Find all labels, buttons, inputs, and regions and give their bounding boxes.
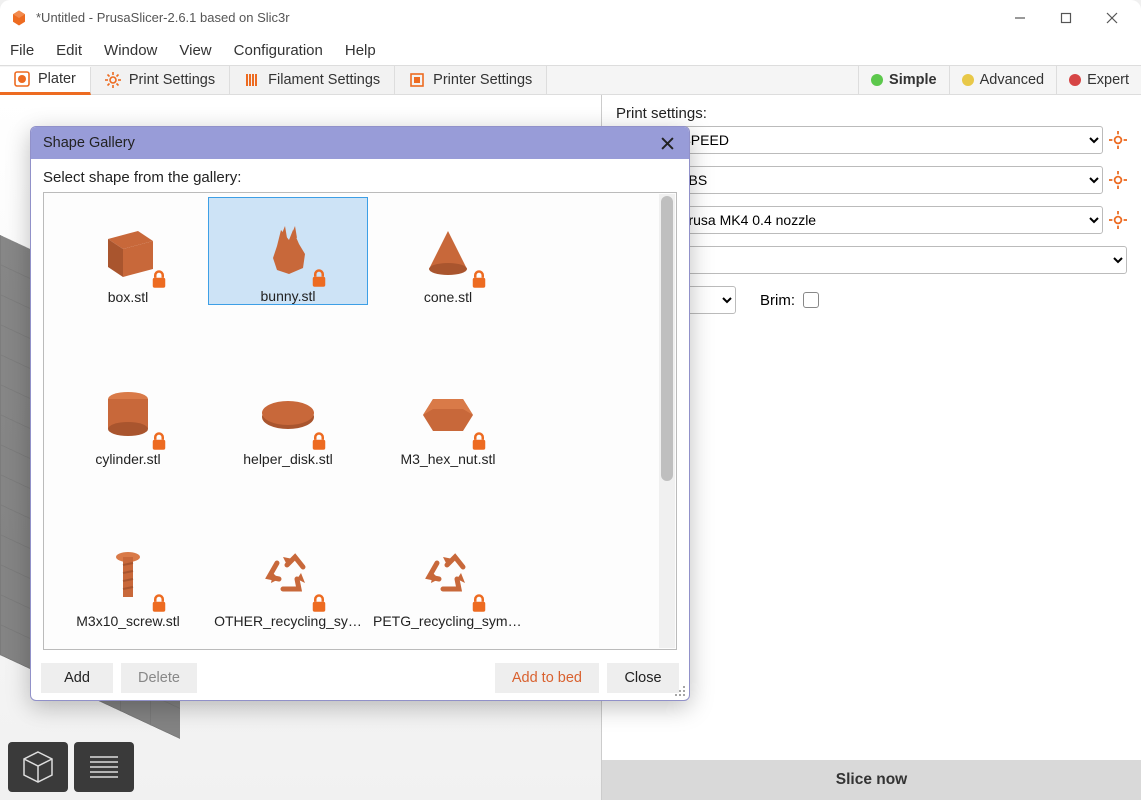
bunny-icon [253,218,323,282]
tab-print-settings[interactable]: Print Settings [91,66,230,94]
gallery-scrollbar[interactable] [659,194,675,648]
brim-label: Brim: [760,292,795,309]
menu-help[interactable]: Help [345,42,376,59]
shape-label: cone.stl [424,289,472,305]
tab-printer-settings-label: Printer Settings [433,72,532,88]
hex-nut-icon [413,381,483,445]
edit-filament-preset-icon[interactable] [1109,171,1127,189]
add-button[interactable]: Add [41,663,113,693]
lock-icon [309,268,329,288]
shape-label: box.stl [108,289,148,305]
cylinder-icon [93,381,163,445]
shape-item-petg-recycling[interactable]: PETG_recycling_symb… [368,521,528,629]
delete-button[interactable]: Delete [121,663,197,693]
printer-icon [409,72,425,88]
shape-label: bunny.stl [261,288,316,304]
mode-simple[interactable]: Simple [858,66,949,94]
title-bar: *Untitled - PrusaSlicer-2.6.1 based on S… [0,0,1141,35]
shape-item-other-recycling[interactable]: OTHER_recycling_sy… [208,521,368,629]
menu-configuration[interactable]: Configuration [234,42,323,59]
menu-edit[interactable]: Edit [56,42,82,59]
window-title: *Untitled - PrusaSlicer-2.6.1 based on S… [36,10,997,25]
shape-item-bunny[interactable]: bunny.stl [208,197,368,305]
lock-icon [309,431,329,451]
close-button[interactable] [1089,3,1135,33]
lock-icon [149,269,169,289]
maximize-button[interactable] [1043,3,1089,33]
add-to-bed-button[interactable]: Add to bed [495,663,599,693]
shape-item-box[interactable]: box.stl [48,197,208,305]
minimize-button[interactable] [997,3,1043,33]
print-settings-label: Print settings: [616,105,1127,122]
box-icon [93,219,163,283]
disk-icon [253,381,323,445]
resize-grip[interactable] [673,684,687,698]
shape-item-hex-nut[interactable]: M3_hex_nut.stl [368,359,528,467]
shape-label: OTHER_recycling_sy… [214,613,362,629]
shape-gallery-dialog: Shape Gallery Select shape from the gall… [30,126,690,701]
dialog-titlebar[interactable]: Shape Gallery [31,127,689,159]
plater-icon [14,71,30,87]
screw-icon [93,543,163,607]
menu-file[interactable]: File [10,42,34,59]
lock-icon [149,431,169,451]
lock-icon [469,431,489,451]
gear-icon [105,72,121,88]
app-icon [10,9,28,27]
supports-select[interactable]: None [616,246,1127,274]
lock-icon [469,269,489,289]
shape-item-cone[interactable]: cone.stl [368,197,528,305]
brim-checkbox[interactable] [803,292,819,308]
shape-label: cylinder.stl [95,451,160,467]
tab-filament-settings[interactable]: Filament Settings [230,66,395,94]
slice-now-button[interactable]: Slice now [602,760,1141,800]
menu-window[interactable]: Window [104,42,157,59]
lock-icon [309,593,329,613]
recycling-icon [253,543,323,607]
recycling-icon [413,543,483,607]
tab-printer-settings[interactable]: Printer Settings [395,66,547,94]
menu-view[interactable]: View [179,42,211,59]
shape-item-helper-disk[interactable]: helper_disk.stl [208,359,368,467]
lock-icon [469,593,489,613]
mode-expert[interactable]: Expert [1056,66,1141,94]
mode-advanced[interactable]: Advanced [949,66,1057,94]
tab-filament-settings-label: Filament Settings [268,72,380,88]
tab-print-settings-label: Print Settings [129,72,215,88]
scrollbar-thumb[interactable] [661,196,673,481]
dialog-prompt: Select shape from the gallery: [43,169,677,186]
shape-label: PETG_recycling_symb… [373,613,523,629]
cone-icon [413,219,483,283]
filament-icon [244,72,260,88]
tab-bar: Plater Print Settings Filament Settings … [0,65,1141,95]
edit-print-preset-icon[interactable] [1109,131,1127,149]
shape-item-screw[interactable]: M3x10_screw.stl [48,521,208,629]
shape-item-cylinder[interactable]: cylinder.stl [48,359,208,467]
view-layers-button[interactable] [74,742,134,792]
edit-printer-preset-icon[interactable] [1109,211,1127,229]
lock-icon [149,593,169,613]
tab-plater-label: Plater [38,71,76,87]
close-dialog-button[interactable]: Close [607,663,679,693]
dialog-title: Shape Gallery [43,135,135,151]
menu-bar: File Edit Window View Configuration Help [0,35,1141,65]
dialog-close-button[interactable] [657,133,677,153]
shape-label: helper_disk.stl [243,451,333,467]
shape-label: M3_hex_nut.stl [401,451,496,467]
shape-label: M3x10_screw.stl [76,613,179,629]
shape-gallery: box.stl bunny.stl cone.stl [43,192,677,650]
view-3d-button[interactable] [8,742,68,792]
tab-plater[interactable]: Plater [0,67,91,95]
